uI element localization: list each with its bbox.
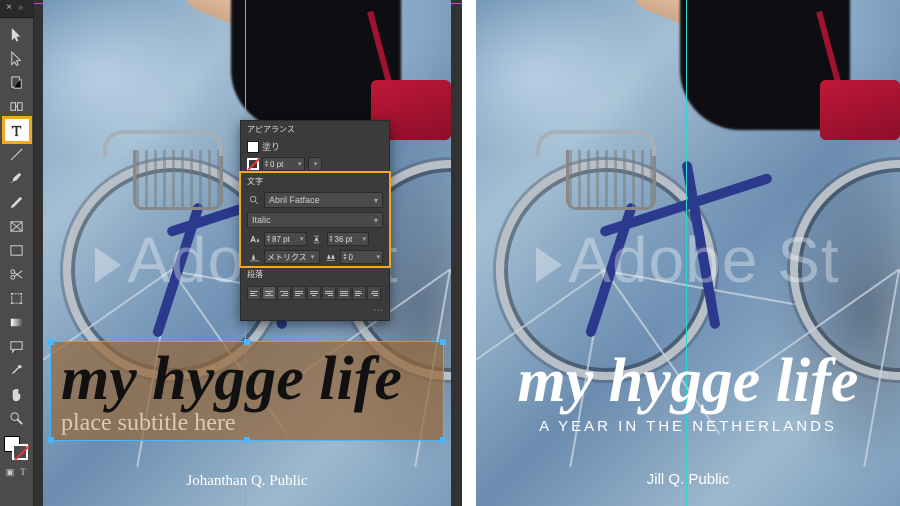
justify-left-button[interactable] — [292, 286, 306, 300]
title-text[interactable]: my hygge life — [51, 342, 443, 410]
document-canvas-right: Adobe St my hygge life A YEAR IN THE NET… — [476, 0, 900, 506]
rectangle-frame-tool[interactable] — [4, 214, 30, 238]
properties-panel[interactable]: アピアランス 塗り ▴▾ 0 pt ▾ ▾ 文字 Abril — [240, 120, 390, 321]
stroke-weight-field[interactable]: ▴▾ 0 pt ▾ — [262, 157, 305, 171]
tracking-icon — [323, 250, 337, 264]
justify-all-button[interactable] — [337, 286, 351, 300]
panel-more-icon[interactable]: ⋯ — [373, 305, 383, 316]
gradient-swatch-tool[interactable] — [4, 310, 30, 334]
fill-stroke-swatch[interactable] — [2, 434, 32, 464]
pane-divider — [462, 0, 476, 506]
character-section-header: 文字 — [241, 173, 389, 190]
align-away-spine-button[interactable] — [367, 286, 381, 300]
author-text: Jill Q. Public — [476, 471, 900, 488]
paragraph-align-row — [241, 283, 389, 303]
result-pane: Adobe St my hygge life A YEAR IN THE NET… — [476, 0, 900, 506]
align-center-button[interactable] — [262, 286, 276, 300]
direct-selection-tool[interactable] — [4, 46, 30, 70]
subtitle-placeholder[interactable]: place subtitle here — [51, 410, 443, 437]
character-section: 文字 Abril Fatface▾ Italic▾ ▴▾ 8 — [241, 173, 389, 266]
appearance-section-header: アピアランス — [241, 121, 389, 138]
stroke-style-dropdown[interactable]: ▾ — [308, 157, 322, 171]
type-tool[interactable] — [4, 118, 30, 142]
selection-tool[interactable] — [4, 22, 30, 46]
tools-panel: ▣ T — [0, 18, 34, 506]
title-text: my hygge life — [476, 350, 900, 412]
leading-field[interactable]: ▴▾ 36 pt▾ — [327, 232, 370, 246]
fill-label: 塗り — [262, 140, 280, 153]
apply-color-icon[interactable]: ▣ — [4, 464, 17, 480]
paragraph-section-header: 段落 — [241, 266, 389, 283]
apply-color-row: ▣ T — [4, 464, 30, 480]
subtitle-text: A YEAR IN THE NETHERLANDS — [476, 418, 900, 435]
pencil-tool[interactable] — [4, 190, 30, 214]
hand-tool[interactable] — [4, 382, 30, 406]
align-right-button[interactable] — [277, 286, 291, 300]
fill-color-swatch[interactable] — [247, 141, 259, 153]
zoom-tool[interactable] — [4, 406, 30, 430]
editor-pane: × » ▣ — [0, 0, 462, 506]
kerning-icon — [247, 250, 261, 264]
free-transform-tool[interactable] — [4, 286, 30, 310]
stroke-color-swatch[interactable] — [247, 158, 259, 170]
line-tool[interactable] — [4, 142, 30, 166]
note-tool[interactable] — [4, 334, 30, 358]
apply-text-icon[interactable]: T — [17, 464, 30, 480]
font-size-icon — [247, 232, 261, 246]
justify-right-button[interactable] — [322, 286, 336, 300]
title-text-frame[interactable]: my hygge life place subtitle here — [51, 342, 443, 440]
pen-tool[interactable] — [4, 166, 30, 190]
document-tab-strip: × » — [0, 0, 34, 18]
font-size-field[interactable]: ▴▾ 87 pt▾ — [264, 232, 307, 246]
scissors-tool[interactable] — [4, 262, 30, 286]
close-tab-button[interactable]: × — [4, 3, 14, 13]
photo-bicycle — [476, 140, 900, 380]
eyedropper-tool[interactable] — [4, 358, 30, 382]
align-toward-spine-button[interactable] — [352, 286, 366, 300]
tracking-field[interactable]: ▴▾ 0▾ — [340, 250, 383, 264]
rectangle-tool[interactable] — [4, 238, 30, 262]
kerning-dropdown[interactable]: メトリクス▾ — [264, 250, 320, 264]
gap-tool[interactable] — [4, 94, 30, 118]
leading-icon — [310, 232, 324, 246]
tab-overflow-icon[interactable]: » — [18, 2, 23, 12]
author-text[interactable]: Johanthan Q. Public — [43, 473, 451, 490]
font-style-dropdown[interactable]: Italic▾ — [247, 212, 383, 228]
stroke-swatch-icon — [12, 444, 28, 460]
page-tool[interactable] — [4, 70, 30, 94]
font-family-dropdown[interactable]: Abril Fatface▾ — [264, 192, 383, 208]
search-font-icon[interactable] — [247, 193, 261, 207]
justify-center-button[interactable] — [307, 286, 321, 300]
align-left-button[interactable] — [247, 286, 261, 300]
